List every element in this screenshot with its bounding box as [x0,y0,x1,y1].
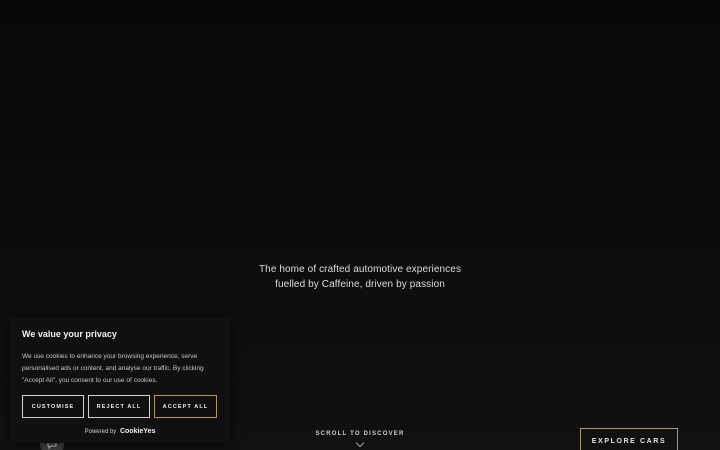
hero-tagline-line-1: The home of crafted automotive experienc… [258,264,462,275]
customise-button[interactable]: CUSTOMISE [22,395,84,418]
scroll-label: SCROLL TO DISCOVER [315,431,405,437]
cookieyes-logo[interactable]: CookieYes [120,428,155,435]
cookie-consent-banner: We value your privacy We use cookies to … [10,317,230,443]
reject-all-button[interactable]: REJECT ALL [88,395,150,418]
cookie-button-group: CUSTOMISE REJECT ALL ACCEPT ALL [22,395,218,418]
cookie-banner-text: We use cookies to enhance your browsing … [22,353,204,384]
powered-by-label: Powered by [84,429,117,435]
cookie-banner-title: We value your privacy [22,329,117,339]
explore-cars-button[interactable]: EXPLORE CARS [580,428,678,450]
page: The home of crafted automotive experienc… [0,0,720,450]
hero-tagline-line-2: fuelled by Caffeine, driven by passion [275,279,445,290]
powered-by: Powered by CookieYes [22,428,218,435]
hero-tagline: The home of crafted automotive experienc… [0,262,720,292]
accept-all-button[interactable]: ACCEPT ALL [154,395,217,418]
chevron-down-icon [355,438,365,448]
